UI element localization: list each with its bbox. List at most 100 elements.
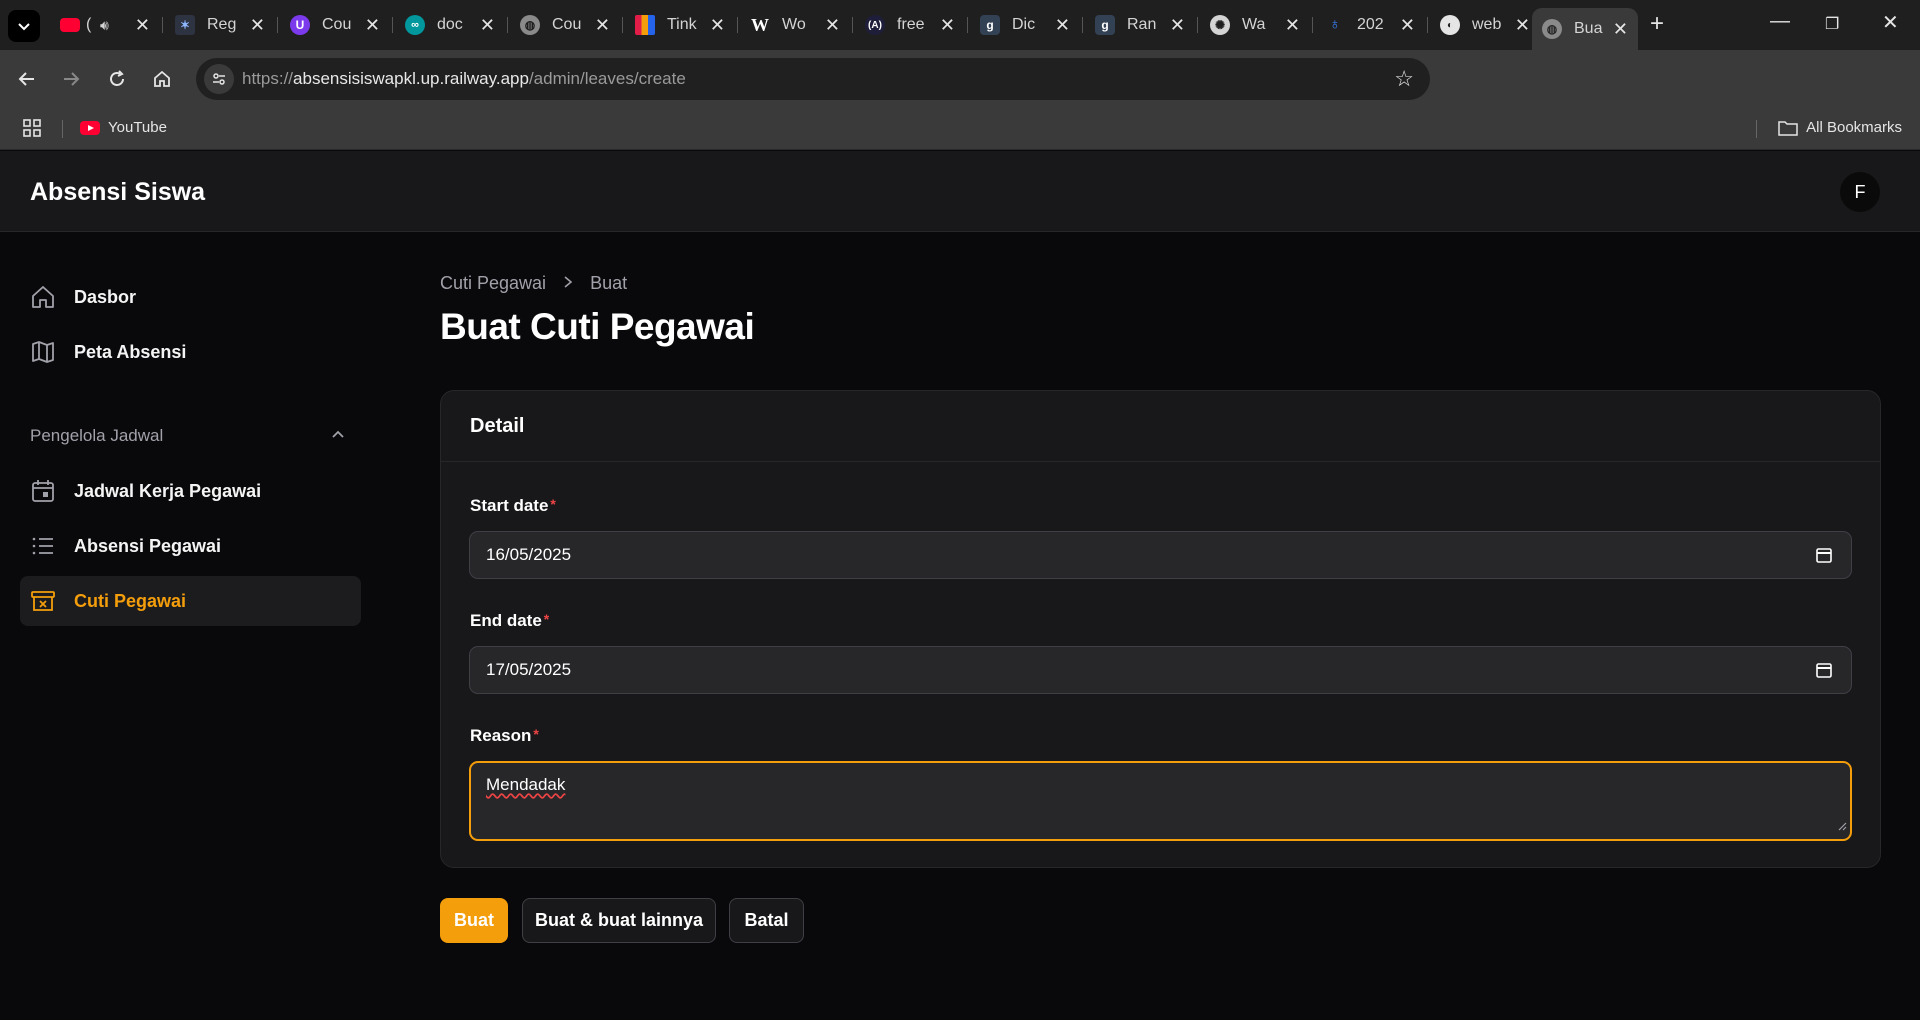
browser-tab[interactable]: g Dic ✕ [970,8,1080,42]
calendar-icon[interactable] [1815,546,1833,569]
browser-tab[interactable]: ◐ web ✕ [1430,8,1540,42]
tab-divider [1197,17,1198,33]
sidebar-item-peta-absensi[interactable]: Peta Absensi [20,327,361,377]
browser-tab[interactable]: W Wo ✕ [740,8,850,42]
resize-handle-icon[interactable] [1837,816,1847,836]
breadcrumb-link[interactable]: Cuti Pegawai [440,273,546,294]
minimize-icon[interactable]: — [1770,10,1790,33]
address-bar[interactable]: https://absensisiswapkl.up.railway.app/a… [196,58,1430,100]
git-icon: g [980,15,1000,35]
close-tab-icon[interactable]: ✕ [135,15,150,36]
chevron-down-icon [18,23,30,31]
required-marker: * [533,726,539,742]
close-tab-icon[interactable]: ✕ [1400,15,1415,36]
globe-icon: ◍ [1542,19,1562,39]
create-button[interactable]: Buat [440,898,508,943]
sidebar-group-label: Pengelola Jadwal [30,426,164,445]
close-tab-icon[interactable]: ✕ [825,15,840,36]
git-icon: g [1095,15,1115,35]
close-tab-icon[interactable]: ✕ [940,15,955,36]
tab-divider [162,17,163,33]
browser-tab[interactable]: ∞ doc ✕ [395,8,505,42]
browser-tab-active[interactable]: ◍ Bua ✕ [1532,8,1638,50]
close-tab-icon[interactable]: ✕ [595,15,610,36]
sidebar-item-dasbor[interactable]: Dasbor [20,272,361,322]
browser-tab[interactable]: g Ran ✕ [1085,8,1195,42]
reload-button[interactable] [102,64,132,94]
browser-tab[interactable]: ( 🔊︎ ✕ [50,8,160,42]
sidebar-item-label: Dasbor [74,286,137,307]
tinkercad-icon [635,15,655,35]
tab-divider [1082,17,1083,33]
sidebar-item-label: Jadwal Kerja Pegawai [74,480,262,501]
chevron-up-icon[interactable] [330,426,346,447]
site-info-button[interactable] [204,64,234,94]
close-tab-icon[interactable]: ✕ [480,15,495,36]
back-button[interactable] [12,64,42,94]
bookmark-youtube[interactable]: YouTube [80,119,167,136]
close-tab-icon[interactable]: ✕ [1613,19,1628,40]
calendar-icon [30,478,56,504]
brand-logo[interactable]: Absensi Siswa [30,178,205,207]
browser-tab[interactable]: ♁ 202 ✕ [1315,8,1425,42]
forward-button[interactable] [56,64,86,94]
user-avatar[interactable]: F [1840,172,1880,212]
field-label-text: Reason [470,726,532,745]
close-tab-icon[interactable]: ✕ [1055,15,1070,36]
close-tab-icon[interactable]: ✕ [1285,15,1300,36]
sidebar-item-absensi-pegawai[interactable]: Absensi Pegawai [20,521,361,571]
browser-tab[interactable]: ✶ Reg ✕ [165,8,275,42]
window-close-icon[interactable]: ✕ [1882,10,1899,35]
url-host: absensisiswapkl.up.railway.app [293,69,529,88]
sidebar-item-label: Peta Absensi [74,341,187,362]
close-tab-icon[interactable]: ✕ [365,15,380,36]
sidebar-item-label: Cuti Pegawai [74,590,187,611]
new-tab-button[interactable]: + [1650,10,1664,38]
browser-tab[interactable]: (A) free ✕ [855,8,965,42]
chevron-right-icon [562,273,574,294]
close-tab-icon[interactable]: ✕ [250,15,265,36]
arduino-icon: ∞ [405,15,425,35]
close-tab-icon[interactable]: ✕ [1515,15,1530,36]
detail-section: Detail Start date * 16/05/2025 End date * … [440,390,1881,868]
sidebar: Dasbor Peta Absensi Pengelola Jadwal Jad… [0,232,370,1020]
breadcrumb: Cuti Pegawai Buat [440,273,627,294]
tab-divider [507,17,508,33]
restore-icon[interactable]: ❐ [1825,14,1839,34]
tab-divider [1312,17,1313,33]
youtube-icon [80,120,100,135]
bookmark-star-icon[interactable]: ☆ [1394,66,1414,92]
browser-tab[interactable]: ◍ Cou ✕ [510,8,620,42]
tab-divider [277,17,278,33]
apps-grid-icon[interactable] [22,118,42,143]
tab-divider [622,17,623,33]
browser-tab[interactable]: Tink ✕ [625,8,735,42]
home-button[interactable] [147,64,177,94]
browser-toolbar: https://absensisiswapkl.up.railway.app/a… [0,50,1920,147]
bookmarks-bar: YouTube All Bookmarks [0,108,1920,150]
close-tab-icon[interactable]: ✕ [1170,15,1185,36]
end-date-field[interactable]: 17/05/2025 [469,646,1852,694]
reason-textarea[interactable]: Mendadak [469,761,1852,841]
end-date-value: 17/05/2025 [486,660,572,679]
sidebar-item-jadwal-kerja-pegawai[interactable]: Jadwal Kerja Pegawai [20,466,361,516]
cancel-button[interactable]: Batal [729,898,804,943]
list-icon [30,533,56,559]
tab-search-button[interactable] [8,10,40,42]
reload-icon [110,70,124,86]
folder-icon [1778,120,1798,136]
regex-icon: ✶ [175,15,195,35]
sidebar-item-cuti-pegawai[interactable]: Cuti Pegawai [20,576,361,626]
udemy-icon: U [290,15,310,35]
calendar-icon[interactable] [1815,661,1833,684]
archive-x-icon [30,588,56,614]
close-tab-icon[interactable]: ✕ [710,15,725,36]
breadcrumb-current: Buat [590,273,628,293]
browser-tab[interactable]: U Cou ✕ [280,8,390,42]
sidebar-item-label: Absensi Pegawai [74,535,222,556]
start-date-field[interactable]: 16/05/2025 [469,531,1852,579]
create-another-button[interactable]: Buat & buat lainnya [522,898,716,943]
all-bookmarks-button[interactable]: All Bookmarks [1778,119,1902,136]
browser-tab[interactable]: ✺ Wa ✕ [1200,8,1310,42]
freecodecamp-icon: (A) [865,15,885,35]
